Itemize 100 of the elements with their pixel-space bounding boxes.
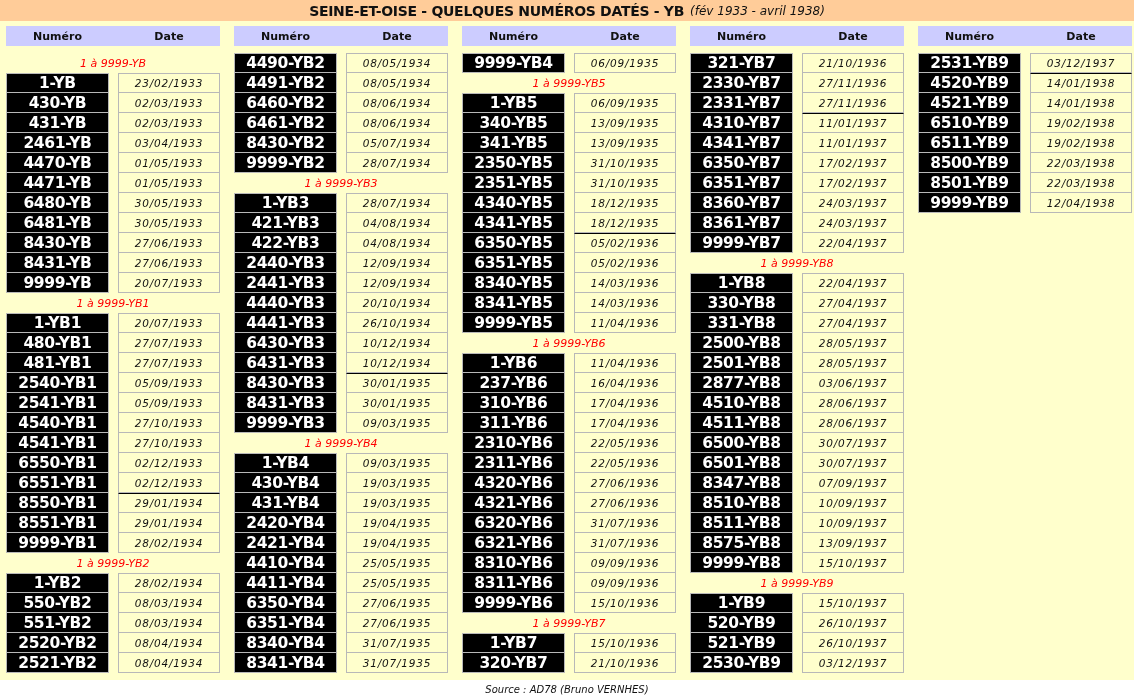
date-cell: 03/04/1933 — [118, 133, 220, 153]
plate-number: 481-YB1 — [6, 353, 109, 373]
plate-number: 8431-YB3 — [234, 393, 337, 413]
date-cell: 03/12/1937 — [802, 653, 904, 673]
date-cell: 27/10/1933 — [118, 433, 220, 453]
plate-number: 431-YB — [6, 113, 109, 133]
plate-number: 4490-YB2 — [234, 53, 337, 73]
plate-number: 320-YB7 — [462, 653, 565, 673]
plate-number: 4471-YB — [6, 173, 109, 193]
series-heading: 1 à 9999-YB9 — [759, 575, 835, 592]
plate-number: 430-YB4 — [234, 473, 337, 493]
date-cell: 09/03/1935 — [346, 413, 448, 433]
series-heading: 1 à 9999-YB4 — [303, 435, 379, 452]
date-cell: 05/09/1933 — [118, 373, 220, 393]
plate-number: 1-YB2 — [6, 573, 109, 593]
plate-number: 551-YB2 — [6, 613, 109, 633]
plate-number: 6510-YB9 — [918, 113, 1021, 133]
date-cell: 28/06/1937 — [802, 413, 904, 433]
date-cell: 02/03/1933 — [118, 113, 220, 133]
date-cell: 06/09/1935 — [574, 53, 676, 73]
plate-number: 8500-YB9 — [918, 153, 1021, 173]
date-cell: 17/02/1937 — [802, 153, 904, 173]
date-cell: 31/07/1936 — [574, 513, 676, 533]
date-cell: 08/06/1934 — [346, 113, 448, 133]
plate-number: 6430-YB3 — [234, 333, 337, 353]
header-label: Date — [1066, 29, 1096, 43]
date-cell: 29/01/1934 — [118, 493, 220, 513]
date-cell: 27/04/1937 — [802, 293, 904, 313]
plate-number: 6480-YB — [6, 193, 109, 213]
date-cell: 08/03/1934 — [118, 593, 220, 613]
date-cell: 08/04/1934 — [118, 653, 220, 673]
plate-number: 8575-YB8 — [690, 533, 793, 553]
date-cell: 06/09/1935 — [574, 93, 676, 113]
series-heading: 1 à 9999-YB3 — [303, 175, 379, 192]
date-cell: 15/10/1936 — [574, 593, 676, 613]
date-cell: 31/10/1935 — [574, 173, 676, 193]
plate-number: 4510-YB8 — [690, 393, 793, 413]
header-label: Numéro — [945, 29, 994, 43]
plate-number: 8511-YB8 — [690, 513, 793, 533]
plate-number: 2350-YB5 — [462, 153, 565, 173]
plate-number: 1-YB — [6, 73, 109, 93]
plate-number: 6500-YB8 — [690, 433, 793, 453]
plate-number: 4341-YB5 — [462, 213, 565, 233]
date-cell: 02/03/1933 — [118, 93, 220, 113]
plate-number: 1-YB9 — [690, 593, 793, 613]
date-cell: 30/01/1935 — [346, 393, 448, 413]
plate-number: 4310-YB7 — [690, 113, 793, 133]
plate-number: 8501-YB9 — [918, 173, 1021, 193]
plate-number: 6351-YB7 — [690, 173, 793, 193]
header-label: Numéro — [717, 29, 766, 43]
date-cell: 20/10/1934 — [346, 293, 448, 313]
header-label: Date — [382, 29, 412, 43]
plate-number: 2541-YB1 — [6, 393, 109, 413]
plate-number: 1-YB8 — [690, 273, 793, 293]
plate-number: 2877-YB8 — [690, 373, 793, 393]
date-cell: 30/07/1937 — [802, 453, 904, 473]
series-heading: 1 à 9999-YB2 — [75, 555, 151, 572]
plate-number: 2520-YB2 — [6, 633, 109, 653]
date-cell: 08/03/1934 — [118, 613, 220, 633]
date-cell: 05/02/1936 — [574, 253, 676, 273]
date-cell: 24/03/1937 — [802, 213, 904, 233]
plate-number: 431-YB4 — [234, 493, 337, 513]
plate-number: 8310-YB6 — [462, 553, 565, 573]
plate-number: 9999-YB3 — [234, 413, 337, 433]
plate-number: 4321-YB6 — [462, 493, 565, 513]
date-cell: 27/06/1933 — [118, 253, 220, 273]
date-cell: 19/02/1938 — [1030, 133, 1132, 153]
date-cell: 15/10/1936 — [574, 633, 676, 653]
plate-number: 8510-YB8 — [690, 493, 793, 513]
plate-number: 4440-YB3 — [234, 293, 337, 313]
plate-number: 2440-YB3 — [234, 253, 337, 273]
plate-number: 550-YB2 — [6, 593, 109, 613]
plate-number: 6350-YB5 — [462, 233, 565, 253]
date-cell: 19/03/1935 — [346, 493, 448, 513]
plate-number: 2501-YB8 — [690, 353, 793, 373]
date-cell: 27/10/1933 — [118, 413, 220, 433]
date-cell: 20/07/1933 — [118, 313, 220, 333]
date-cell: 12/04/1938 — [1030, 193, 1132, 213]
date-cell: 11/04/1936 — [574, 313, 676, 333]
date-cell: 27/04/1937 — [802, 313, 904, 333]
plate-number: 6511-YB9 — [918, 133, 1021, 153]
plate-number: 2530-YB9 — [690, 653, 793, 673]
date-cell: 28/07/1934 — [346, 193, 448, 213]
date-cell: 05/07/1934 — [346, 133, 448, 153]
plate-number: 6481-YB — [6, 213, 109, 233]
plate-number: 520-YB9 — [690, 613, 793, 633]
series-heading: 1 à 9999-YB8 — [759, 255, 835, 272]
date-cell: 05/02/1936 — [574, 233, 676, 253]
plate-number: 1-YB7 — [462, 633, 565, 653]
date-cell: 22/05/1936 — [574, 453, 676, 473]
header-label: Numéro — [33, 29, 82, 43]
plate-number: 8430-YB2 — [234, 133, 337, 153]
date-cell: 20/07/1933 — [118, 273, 220, 293]
date-cell: 30/05/1933 — [118, 193, 220, 213]
date-cell: 04/08/1934 — [346, 233, 448, 253]
date-cell: 28/06/1937 — [802, 393, 904, 413]
date-cell: 02/12/1933 — [118, 473, 220, 493]
plate-number: 2420-YB4 — [234, 513, 337, 533]
date-cell: 27/07/1933 — [118, 353, 220, 373]
date-cell: 28/05/1937 — [802, 353, 904, 373]
